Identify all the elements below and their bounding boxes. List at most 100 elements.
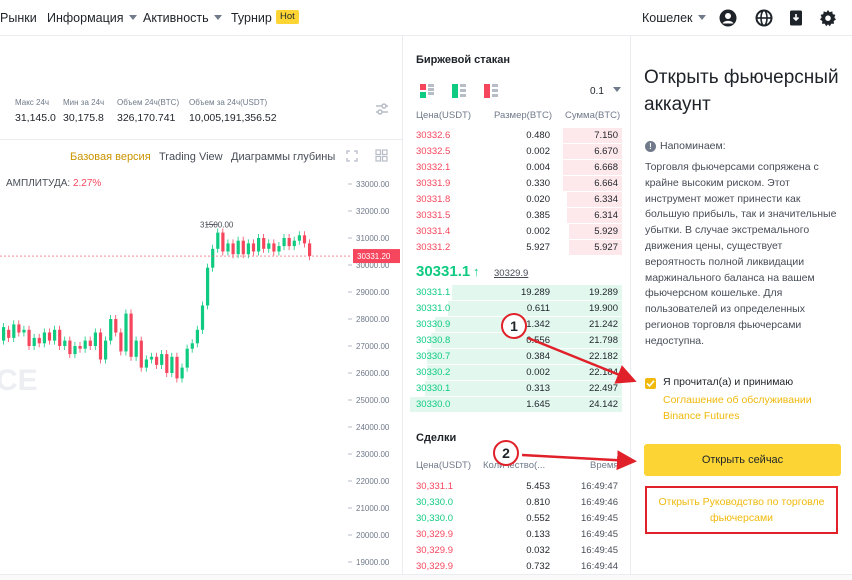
candle <box>58 329 62 346</box>
ask-row[interactable]: 30332.1 0.004 6.668 <box>410 160 622 176</box>
tab-tradingview[interactable]: Trading View <box>159 151 223 163</box>
bid-row[interactable]: 30331.1 19.289 19.289 <box>410 285 622 301</box>
arrow-up-icon: ↑ <box>473 264 480 279</box>
orderbook-sell-view-icon[interactable] <box>484 84 498 98</box>
chevron-down-icon <box>128 15 137 20</box>
bid-row[interactable]: 30330.2 0.002 22.184 <box>410 365 622 381</box>
settings-icon[interactable] <box>819 9 837 27</box>
row-price: 30332.1 <box>416 162 451 173</box>
open-account-button[interactable]: Открыть сейчас <box>644 444 841 476</box>
row-price: 30331.9 <box>416 178 451 189</box>
nav-information[interactable]: Информация <box>47 11 137 25</box>
y-tick-label: 26000.00 <box>356 369 390 378</box>
y-tick-label: 21000.00 <box>356 504 390 513</box>
wallet-menu[interactable]: Кошелек <box>642 11 706 25</box>
globe-icon[interactable] <box>755 9 773 27</box>
nav-tournament[interactable]: Турнир <box>231 11 272 25</box>
row-sum: 6.670 <box>594 146 618 157</box>
hot-badge: Hot <box>276 10 299 24</box>
trade-row: 30,331.1 5.453 16:49:47 <box>410 479 622 495</box>
trades-header-price: Цена(USDT) <box>416 460 472 471</box>
y-tick-label: 23000.00 <box>356 450 390 459</box>
trade-time: 16:49:45 <box>581 545 618 556</box>
candle <box>282 238 286 247</box>
candle <box>114 319 118 333</box>
ask-row[interactable]: 30331.9 0.330 6.664 <box>410 176 622 192</box>
candlestick-chart[interactable]: CE33000.0032000.0031000.0030000.0029000.… <box>0 176 402 576</box>
futures-guide-link[interactable]: Открыть Руководство по торговле фьючерса… <box>645 486 838 534</box>
row-sum: 22.182 <box>588 351 618 362</box>
tab-basic[interactable]: Базовая версия <box>70 151 151 163</box>
ask-row[interactable]: 30331.8 0.020 6.334 <box>410 192 622 208</box>
grid-icon[interactable] <box>375 149 388 162</box>
orderbook-buy-view-icon[interactable] <box>452 84 466 98</box>
user-icon[interactable] <box>719 9 737 27</box>
ob-header-size: Размер(BTC) <box>494 110 552 121</box>
candle <box>185 348 189 368</box>
y-tick-label: 29000.00 <box>356 288 390 297</box>
annotation-step-1: 1 <box>501 313 527 339</box>
row-price: 30332.6 <box>416 130 451 141</box>
precision-select[interactable]: 0.1 <box>590 86 621 97</box>
candle <box>267 243 271 249</box>
nav-activity[interactable]: Активность <box>143 11 222 25</box>
orderbook-title: Биржевой стакан <box>416 54 511 66</box>
stat-label-vol-btc: Объем 24ч(BTC) <box>117 98 180 107</box>
row-price: 30331.0 <box>416 303 451 314</box>
candle <box>180 367 184 379</box>
bid-row[interactable]: 30330.7 0.384 22.182 <box>410 349 622 365</box>
candle <box>155 356 159 365</box>
candle <box>262 238 266 249</box>
candle <box>165 354 169 373</box>
candle <box>42 332 46 344</box>
row-size: 0.384 <box>526 351 550 362</box>
row-sum: 6.314 <box>594 210 618 221</box>
candle <box>236 240 240 255</box>
filter-icon[interactable] <box>375 102 389 116</box>
candle <box>221 232 225 252</box>
row-price: 30330.7 <box>416 351 451 362</box>
ask-row[interactable]: 30331.5 0.385 6.314 <box>410 208 622 224</box>
candle <box>149 356 154 360</box>
ask-row[interactable]: 30331.2 5.927 5.927 <box>410 240 622 256</box>
candle <box>246 243 250 255</box>
nav-markets[interactable]: Рынки <box>0 11 37 25</box>
expand-icon[interactable] <box>346 150 358 162</box>
ask-row[interactable]: 30332.6 0.480 7.150 <box>410 128 622 144</box>
tab-depth[interactable]: Диаграммы глубины <box>231 151 335 163</box>
trade-time: 16:49:44 <box>581 561 618 572</box>
bid-row[interactable]: 30330.0 1.645 24.142 <box>410 397 622 413</box>
stat-label-high: Макс 24ч <box>15 98 50 107</box>
panel-title: Открыть фьючерсный аккаунт <box>644 67 839 115</box>
ask-row[interactable]: 30332.5 0.002 6.670 <box>410 144 622 160</box>
trade-row: 30,330.0 0.810 16:49:46 <box>410 495 622 511</box>
row-sum: 6.334 <box>594 194 618 205</box>
candle <box>47 332 52 341</box>
candle <box>63 340 67 346</box>
stat-value-vol-usdt: 10,005,191,356.52 <box>189 112 277 124</box>
y-tick-label: 20000.00 <box>356 531 390 540</box>
bid-row[interactable]: 30330.1 0.313 22.497 <box>410 381 622 397</box>
row-size: 0.002 <box>526 146 550 157</box>
mark-price[interactable]: 30329.9 <box>494 268 528 279</box>
candle <box>292 240 296 247</box>
y-tick-label: 28000.00 <box>356 315 390 324</box>
orderbook-both-view-icon[interactable] <box>420 84 434 98</box>
candle <box>241 240 245 255</box>
candle <box>144 359 148 368</box>
row-size: 19.289 <box>520 287 550 298</box>
row-size: 0.330 <box>526 178 550 189</box>
row-price: 30331.8 <box>416 194 451 205</box>
chart-tabs: Базовая версия Trading View Диаграммы гл… <box>0 140 402 174</box>
trades-header-time: Время <box>590 460 619 471</box>
agree-checkbox[interactable] <box>645 378 656 389</box>
ask-row[interactable]: 30331.4 0.002 5.929 <box>410 224 622 240</box>
candle <box>272 243 276 252</box>
candle <box>2 327 6 341</box>
download-icon[interactable] <box>787 9 805 27</box>
terms-link[interactable]: Соглашение об обслуживании Binance Futur… <box>663 392 843 424</box>
trade-price: 30,330.0 <box>416 497 453 508</box>
y-tick-label: 33000.00 <box>356 180 390 189</box>
trade-qty: 0.133 <box>526 529 550 540</box>
trade-row: 30,330.0 0.552 16:49:45 <box>410 511 622 527</box>
